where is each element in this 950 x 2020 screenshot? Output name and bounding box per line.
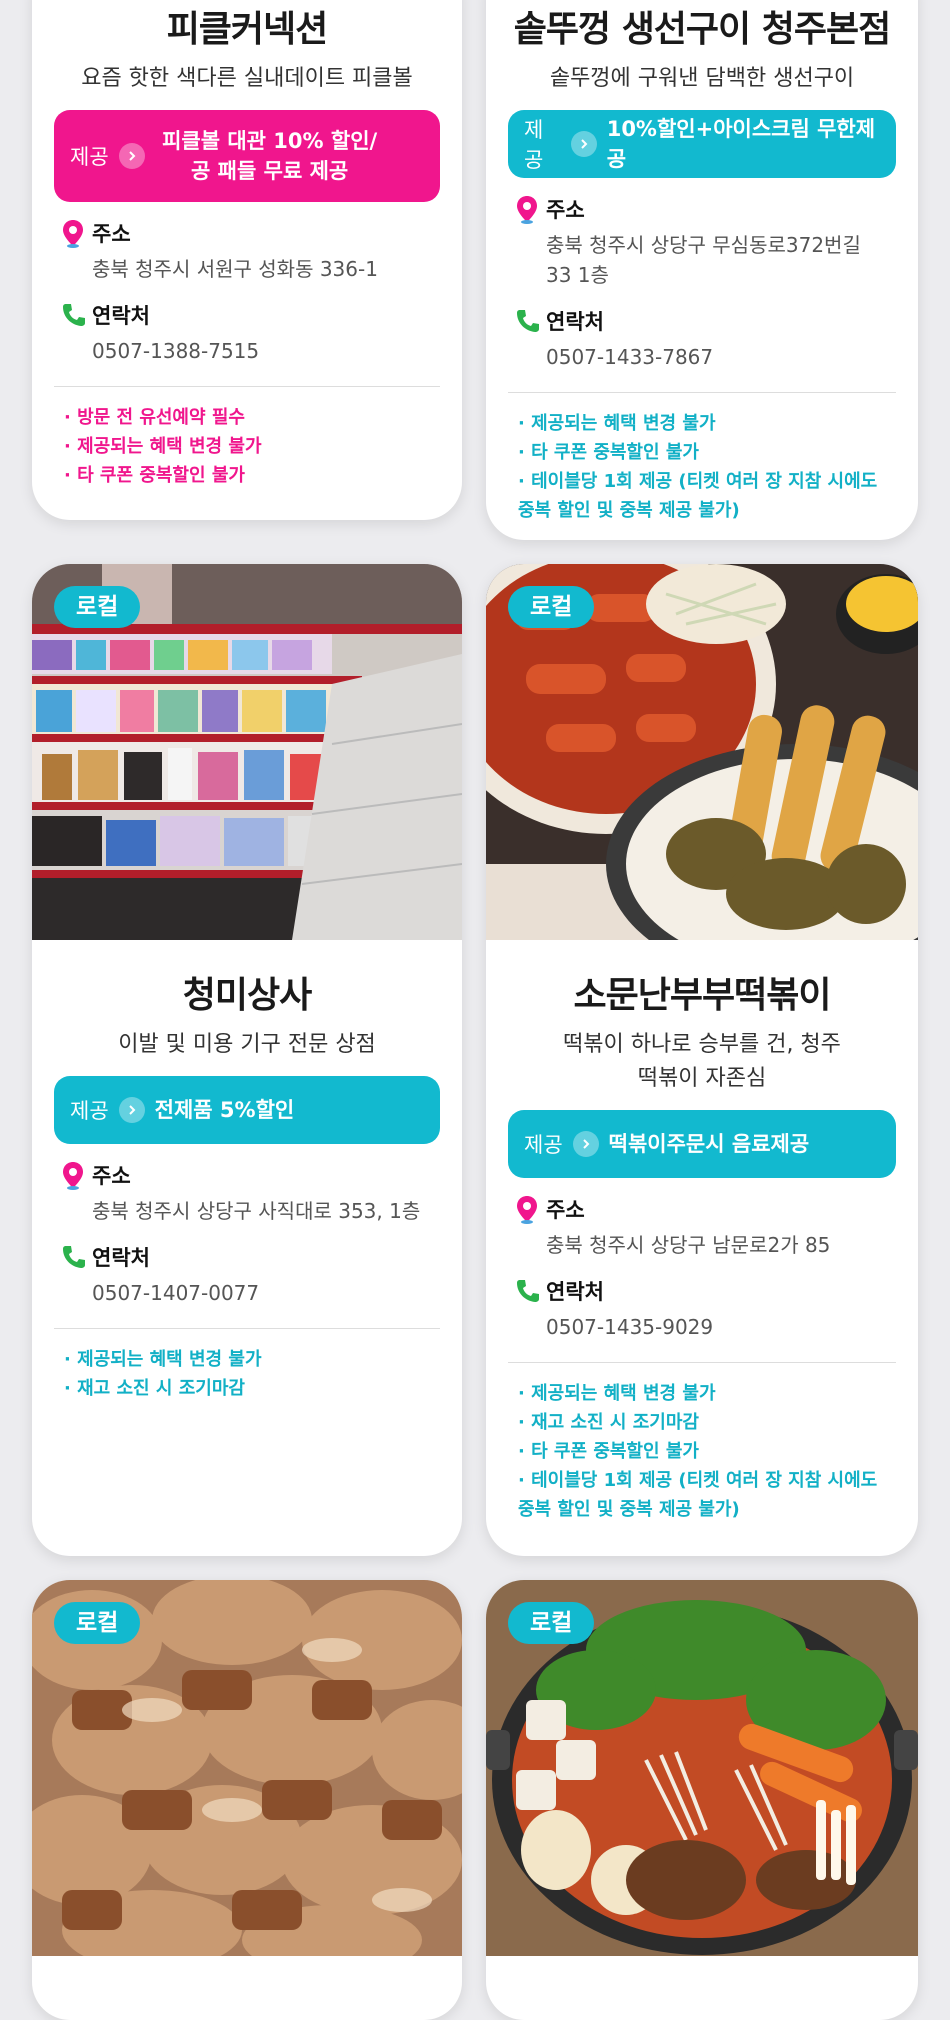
store-photo: 로컬 <box>486 1580 918 1956</box>
notes-list: · 방문 전 유선예약 필수 · 제공되는 혜택 변경 불가 · 타 쿠폰 중복… <box>64 403 430 490</box>
store-card-grilled-pork[interactable]: 로컬 <box>32 1580 462 2020</box>
store-title: 청미상사 <box>182 975 312 1016</box>
address-section: 주소 충북 청주시 상당구 남문로2가 85 <box>514 1194 890 1260</box>
phone-icon <box>63 1246 85 1268</box>
store-card-pickle-connection[interactable]: 피클커넥션 요즘 핫한 색다른 실내데이트 피클볼 제공 피클볼 대관 10% … <box>32 0 462 520</box>
offer-text: 10%할인+아이스크림 무한제공 <box>606 117 876 171</box>
contact-label: 연락처 <box>92 1246 150 1270</box>
local-badge: 로컬 <box>54 1602 141 1644</box>
offer-text: 피클볼 대관 10% 할인/ 공 패들 무료 제공 <box>162 129 378 183</box>
chevron-right-icon <box>118 1097 145 1123</box>
map-pin-icon <box>63 220 83 248</box>
address-section: 주소 충북 청주시 상당구 무심동로372번길 33 1층 <box>514 194 890 290</box>
chevron-right-icon <box>570 131 597 157</box>
address-section: 주소 충북 청주시 상당구 사직대로 353, 1층 <box>60 1160 434 1226</box>
store-photo: 로컬 <box>32 1580 462 1956</box>
address-section: 주소 충북 청주시 서원구 성화동 336-1 <box>60 218 434 284</box>
note-item: · 제공되는 혜택 변경 불가 <box>518 413 716 434</box>
store-description: 이발 및 미용 기구 전문 상점 <box>118 1032 376 1057</box>
contact-label: 연락처 <box>546 1280 604 1304</box>
note-item: · 타 쿠폰 중복할인 불가 <box>518 1441 699 1462</box>
local-badge: 로컬 <box>54 586 141 628</box>
contact-section: 연락처 0507-1435-9029 <box>514 1276 890 1342</box>
note-item: · 방문 전 유선예약 필수 <box>64 407 245 428</box>
map-pin-icon <box>517 1196 537 1224</box>
note-item: · 테이블당 1회 제공 (티켓 여러 장 지참 시에도 중복 할인 및 중복 … <box>518 1470 878 1520</box>
offer-banner: 제공 10%할인+아이스크림 무한제공 <box>508 110 896 178</box>
divider <box>508 392 896 393</box>
offer-label: 제공 <box>70 145 109 169</box>
address-value: 충북 청주시 상당구 무심동로372번길 33 1층 <box>546 233 861 287</box>
notes-list: · 제공되는 혜택 변경 불가 · 재고 소진 시 조기마감 · 타 쿠폰 중복… <box>518 1379 886 1524</box>
offer-banner: 제공 전제품 5%할인 <box>54 1076 440 1144</box>
phone-value[interactable]: 0507-1388-7515 <box>92 336 434 366</box>
map-pin-icon <box>517 196 537 224</box>
chevron-right-icon <box>118 143 145 169</box>
offer-banner: 제공 떡볶이주문시 음료제공 <box>508 1110 896 1178</box>
contact-label: 연락처 <box>92 304 150 328</box>
address-value: 충북 청주시 서원구 성화동 336-1 <box>92 257 378 281</box>
map-pin-icon <box>63 1162 83 1190</box>
offer-text: 떡볶이주문시 음료제공 <box>608 1132 810 1156</box>
note-item: · 테이블당 1회 제공 (티켓 여러 장 지참 시에도 중복 할인 및 중복 … <box>518 471 878 521</box>
address-value: 충북 청주시 상당구 사직대로 353, 1층 <box>92 1199 421 1223</box>
store-photo: 로컬 <box>486 564 918 940</box>
contact-section: 연락처 0507-1388-7515 <box>60 300 434 366</box>
address-value: 충북 청주시 상당구 남문로2가 85 <box>546 1233 831 1257</box>
divider <box>54 1328 440 1329</box>
address-label: 주소 <box>546 1198 585 1222</box>
local-badge: 로컬 <box>508 1602 595 1644</box>
note-item: · 제공되는 혜택 변경 불가 <box>518 1383 716 1404</box>
store-title: 소문난부부떡볶이 <box>573 975 832 1016</box>
contact-section: 연락처 0507-1433-7867 <box>514 306 890 372</box>
store-photo: 로컬 <box>32 564 462 940</box>
phone-icon <box>517 310 539 332</box>
store-description: 요즘 핫한 색다른 실내데이트 피클볼 <box>81 66 413 91</box>
store-card-fish-grill[interactable]: 솥뚜껑 생선구이 청주본점 솥뚜껑에 구워낸 담백한 생선구이 제공 10%할인… <box>486 0 918 540</box>
phone-value[interactable]: 0507-1435-9029 <box>546 1312 890 1342</box>
note-item: · 제공되는 혜택 변경 불가 <box>64 436 262 457</box>
offer-text: 전제품 5%할인 <box>154 1098 295 1122</box>
note-item: · 재고 소진 시 조기마감 <box>64 1378 245 1399</box>
note-item: · 재고 소진 시 조기마감 <box>518 1412 699 1433</box>
store-description: 떡볶이 하나로 승부를 건, 청주 떡볶이 자존심 <box>563 1032 841 1091</box>
notes-list: · 제공되는 혜택 변경 불가 · 재고 소진 시 조기마감 <box>64 1345 430 1403</box>
local-badge: 로컬 <box>508 586 595 628</box>
note-item: · 제공되는 혜택 변경 불가 <box>64 1349 262 1370</box>
address-label: 주소 <box>92 222 131 246</box>
contact-section: 연락처 0507-1407-0077 <box>60 1242 434 1308</box>
note-item: · 타 쿠폰 중복할인 불가 <box>64 465 245 486</box>
divider <box>54 386 440 387</box>
offer-label: 제공 <box>524 1133 563 1157</box>
chevron-right-icon <box>572 1131 599 1157</box>
store-title: 피클커넥션 <box>166 9 329 50</box>
phone-icon <box>517 1280 539 1302</box>
store-card-tteokbokki[interactable]: 로컬 소문난부부떡볶이 떡볶이 하나로 승부를 건, 청주 떡볶이 자존심 제공… <box>486 564 918 1556</box>
store-card-cheongmi[interactable]: 로컬 청미상사 이발 및 미용 기구 전문 상점 제공 전제품 5%할인 주소 … <box>32 564 462 1556</box>
phone-value[interactable]: 0507-1407-0077 <box>92 1278 434 1308</box>
offer-banner: 제공 피클볼 대관 10% 할인/ 공 패들 무료 제공 <box>54 110 440 202</box>
notes-list: · 제공되는 혜택 변경 불가 · 타 쿠폰 중복할인 불가 · 테이블당 1회… <box>518 409 886 525</box>
note-item: · 타 쿠폰 중복할인 불가 <box>518 442 699 463</box>
store-description: 솥뚜껑에 구워낸 담백한 생선구이 <box>549 66 855 91</box>
store-title: 솥뚜껑 생선구이 청주본점 <box>513 9 891 50</box>
phone-value[interactable]: 0507-1433-7867 <box>546 342 890 372</box>
phone-icon <box>63 304 85 326</box>
offer-label: 제공 <box>70 1099 109 1123</box>
address-label: 주소 <box>92 1164 131 1188</box>
divider <box>508 1362 896 1363</box>
store-card-hotpot[interactable]: 로컬 <box>486 1580 918 2020</box>
offer-label: 제공 <box>524 118 544 172</box>
address-label: 주소 <box>546 198 585 222</box>
contact-label: 연락처 <box>546 310 604 334</box>
